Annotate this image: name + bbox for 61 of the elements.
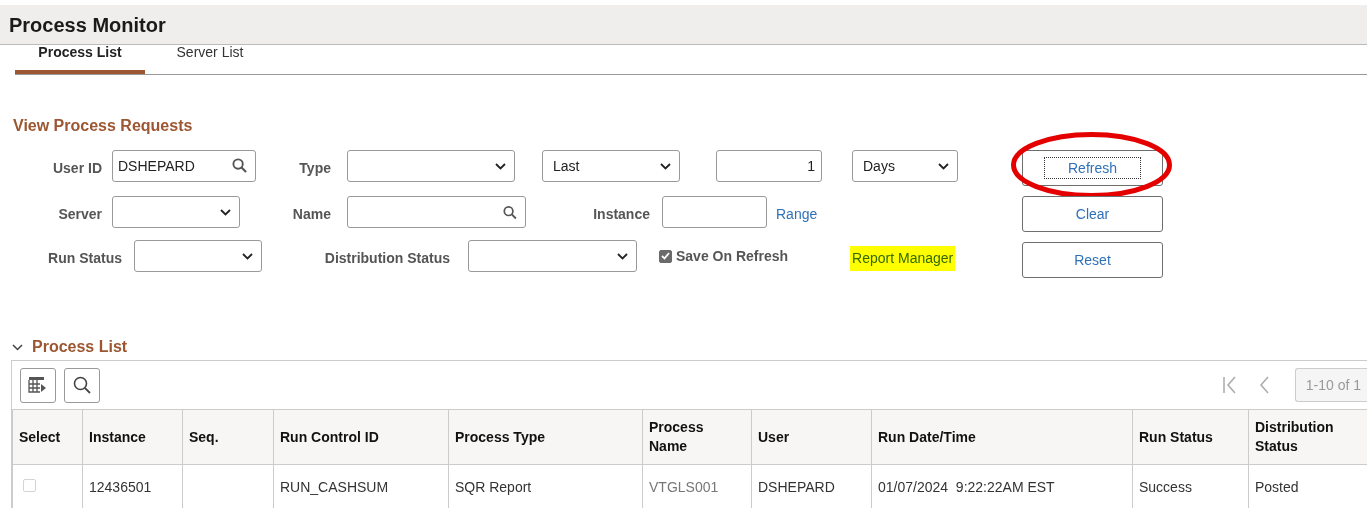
- table-cell: RUN_CASHSUM: [280, 478, 389, 495]
- instance-field[interactable]: [662, 196, 767, 228]
- grid-settings-button[interactable]: [20, 367, 56, 403]
- chevron-icon: [938, 162, 949, 170]
- column-header[interactable]: Run Date/Time: [871, 409, 1133, 465]
- table-cell: DSHEPARD: [758, 478, 835, 495]
- column-header[interactable]: Instance: [82, 409, 183, 465]
- column-header[interactable]: Distribution Status: [1248, 409, 1367, 465]
- search-icon: [232, 158, 247, 173]
- chevron-icon[interactable]: [12, 341, 23, 353]
- column-header[interactable]: Process Type: [448, 409, 643, 465]
- amount-field[interactable]: 1: [716, 150, 822, 182]
- name-field[interactable]: [347, 196, 526, 228]
- action-button[interactable]: Clear: [1022, 196, 1163, 232]
- action-button[interactable]: Reset: [1022, 242, 1163, 278]
- column-header[interactable]: Select: [12, 409, 83, 465]
- page-title: Process Monitor: [9, 12, 166, 37]
- previous-icon[interactable]: [1258, 376, 1269, 394]
- section-heading: Process List: [32, 337, 128, 357]
- chevron-icon: [242, 252, 253, 260]
- field-label: Distribution Status: [323, 248, 450, 268]
- field-label: Instance: [592, 204, 650, 224]
- type-dropdown[interactable]: [347, 150, 515, 182]
- report-manager-link[interactable]: Report Manager: [850, 245, 956, 271]
- table-cell: 12436501: [89, 478, 152, 495]
- column-header[interactable]: User: [751, 409, 872, 465]
- range-link[interactable]: Range: [776, 199, 818, 225]
- column-header[interactable]: Run Control ID: [273, 409, 449, 465]
- tab[interactable]: Server List: [145, 44, 275, 74]
- table-cell: Posted: [1255, 478, 1299, 495]
- server-dropdown[interactable]: [112, 196, 240, 228]
- first-page-icon[interactable]: [1222, 376, 1237, 394]
- checkbox-label: Save On Refresh: [676, 246, 789, 266]
- column-header[interactable]: Seq.: [182, 409, 274, 465]
- tab[interactable]: Process List: [15, 44, 145, 74]
- field-label: Server: [57, 204, 102, 224]
- action-button[interactable]: Refresh: [1022, 150, 1163, 186]
- table-icon: [28, 376, 48, 394]
- user-id-field[interactable]: DSHEPARD: [112, 150, 256, 182]
- distribution-status-dropdown[interactable]: [468, 240, 637, 272]
- chevron-icon: [495, 162, 506, 170]
- chevron-icon: [660, 162, 671, 170]
- checkbox[interactable]: [659, 249, 672, 263]
- field-label: Run Status: [47, 248, 122, 268]
- table-cell: SQR Report: [455, 478, 532, 495]
- field-label: Name: [291, 204, 331, 224]
- column-header[interactable]: Run Status: [1132, 409, 1249, 465]
- chevron-icon: [617, 252, 628, 260]
- search-icon: [73, 376, 91, 394]
- table-cell: Success: [1139, 478, 1192, 495]
- search-icon: [503, 204, 517, 220]
- column-header[interactable]: Process Name: [642, 409, 752, 465]
- field-label: User ID: [51, 158, 102, 178]
- section-heading: View Process Requests: [13, 116, 194, 136]
- run-status-dropdown[interactable]: [134, 240, 262, 272]
- chevron-icon: [220, 208, 231, 216]
- period-dropdown[interactable]: Last: [542, 150, 680, 182]
- search-button[interactable]: [64, 367, 100, 403]
- unit-dropdown[interactable]: Days: [852, 150, 958, 182]
- field-label: Type: [298, 158, 331, 178]
- table-cell: 01/07/2024 9:22:22AM EST: [878, 478, 1055, 495]
